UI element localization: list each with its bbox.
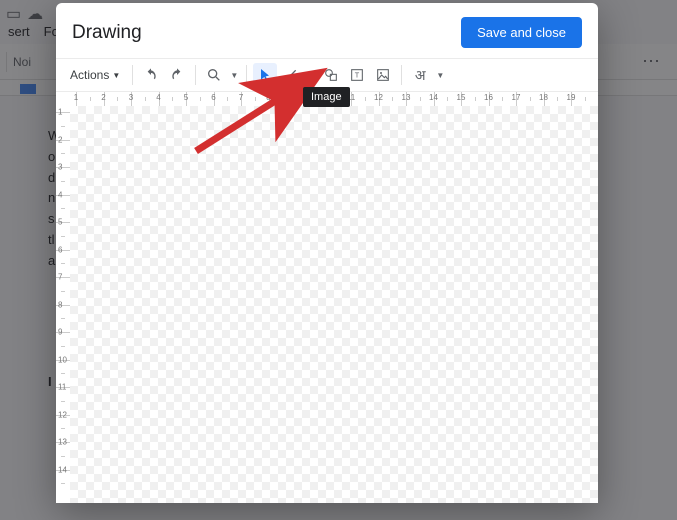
ruler-label: 13 [402, 93, 411, 102]
script-dropdown[interactable]: ▼ [434, 63, 446, 87]
ruler-label: 10 [319, 93, 328, 102]
ruler-label: 5 [184, 93, 188, 102]
ruler-label: 10 [58, 355, 67, 364]
ruler-label: 9 [294, 93, 298, 102]
zoom-dropdown[interactable]: ▼ [228, 63, 240, 87]
ruler-label: 12 [374, 93, 383, 102]
ruler-label: 2 [101, 93, 105, 102]
shape-tool-button[interactable] [319, 63, 343, 87]
ruler-label: 6 [58, 245, 62, 254]
line-icon [283, 67, 299, 83]
ruler-label: 11 [58, 383, 66, 392]
text-box-button[interactable]: T [345, 63, 369, 87]
select-tool-button[interactable] [253, 63, 277, 87]
ruler-label: 14 [429, 93, 438, 102]
undo-button[interactable] [139, 63, 163, 87]
ruler-label: 6 [211, 93, 215, 102]
ruler-label: 4 [156, 93, 160, 102]
ruler-label: 3 [58, 163, 62, 172]
svg-text:T: T [355, 71, 360, 80]
cursor-icon [257, 67, 273, 83]
ruler-label: 2 [58, 135, 62, 144]
text-box-icon: T [349, 67, 365, 83]
ruler-label: 18 [539, 93, 548, 102]
ruler-label: 15 [457, 93, 466, 102]
image-button[interactable] [371, 63, 395, 87]
ruler-label: 1 [74, 93, 78, 102]
image-icon [375, 67, 391, 83]
ruler-label: 13 [58, 438, 67, 447]
ruler-label: 1 [58, 108, 62, 117]
drawing-canvas[interactable] [70, 106, 598, 503]
ruler-label: 17 [512, 93, 521, 102]
ruler-label: 5 [58, 218, 62, 227]
horizontal-ruler: 12345678910111213141516171819 [70, 92, 598, 106]
drawing-modal: Drawing Save and close Actions▼ ▼ ▼ T [56, 3, 598, 503]
devanagari-icon: अ [415, 66, 426, 85]
modal-title: Drawing [72, 22, 142, 44]
ruler-label: 19 [567, 93, 576, 102]
line-dropdown[interactable]: ▼ [305, 63, 317, 87]
redo-icon [169, 67, 185, 83]
ruler-label: 7 [58, 273, 62, 282]
zoom-icon [206, 67, 222, 83]
ruler-label: 3 [129, 93, 133, 102]
save-and-close-button[interactable]: Save and close [461, 17, 582, 48]
ruler-label: 8 [58, 300, 62, 309]
ruler-label: 11 [347, 93, 355, 102]
ruler-label: 14 [58, 465, 67, 474]
ruler-label: 16 [484, 93, 493, 102]
line-tool-button[interactable] [279, 63, 303, 87]
ruler-label: 4 [58, 190, 62, 199]
drawing-toolbar: Actions▼ ▼ ▼ T अ [56, 58, 598, 92]
actions-menu-button[interactable]: Actions▼ [64, 64, 126, 86]
ruler-label: 12 [58, 410, 67, 419]
shape-icon [323, 67, 339, 83]
zoom-button[interactable] [202, 63, 226, 87]
ruler-label: 8 [266, 93, 270, 102]
redo-button[interactable] [165, 63, 189, 87]
script-button[interactable]: अ [408, 63, 432, 87]
vertical-ruler: 1234567891011121314 [56, 106, 70, 503]
ruler-label: 9 [58, 328, 62, 337]
undo-icon [143, 67, 159, 83]
ruler-label: 7 [239, 93, 243, 102]
